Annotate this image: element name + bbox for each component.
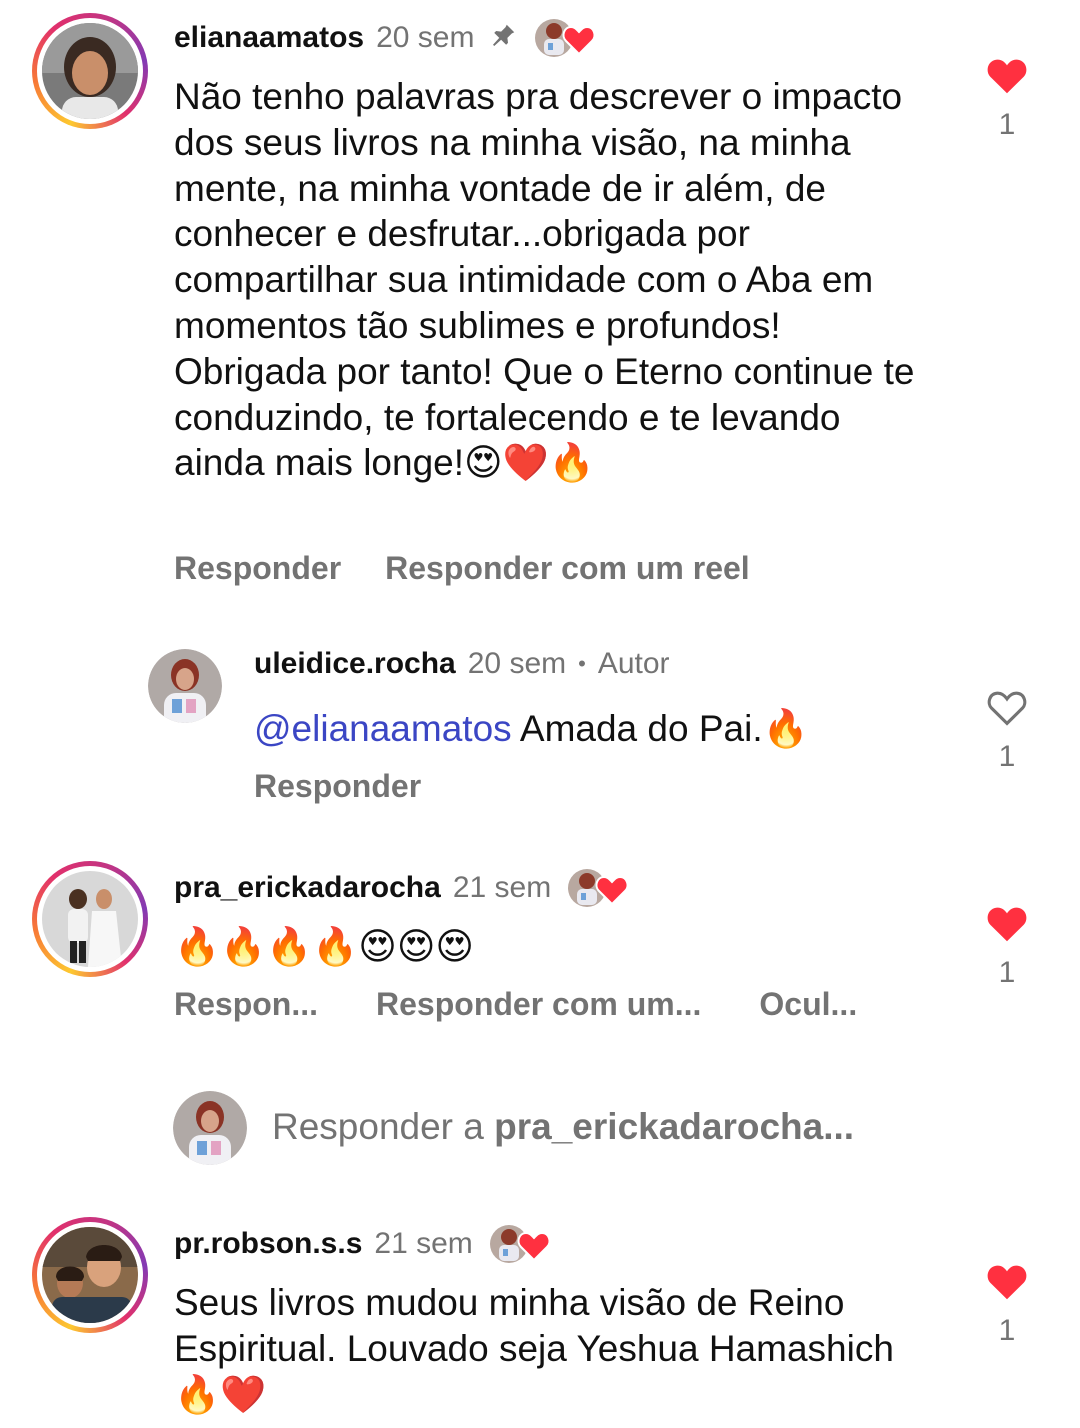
reply-button[interactable]: Responder (254, 768, 421, 805)
heart-filled-icon (987, 1265, 1027, 1300)
reply-with-reel-button[interactable]: Responder com um... (376, 986, 701, 1023)
creator-liked-badge (565, 866, 635, 910)
avatar (173, 1091, 247, 1165)
reply-button[interactable]: Respon... (174, 986, 318, 1023)
reply-target: pra_erickadarocha... (494, 1106, 855, 1147)
like-count: 1 (998, 740, 1016, 773)
avatar[interactable] (148, 649, 222, 723)
reply-button[interactable]: Responder (174, 550, 341, 587)
comment-body: Amada do Pai.🔥 (519, 708, 809, 749)
creator-liked-badge (487, 1222, 557, 1266)
separator-dot: • (578, 651, 586, 676)
like-button[interactable] (977, 904, 1037, 942)
comment-text: Não tenho palavras pra descrever o impac… (174, 76, 915, 484)
like-button[interactable] (977, 688, 1037, 726)
like-button[interactable] (977, 1262, 1037, 1300)
heart-filled-icon (987, 59, 1027, 94)
comment-username[interactable]: pr.robson.s.s (174, 1227, 362, 1261)
avatar[interactable] (32, 861, 148, 977)
like-count: 1 (998, 1314, 1016, 1347)
comment-text: @elianaamatos Amada do Pai.🔥 (254, 706, 809, 752)
author-badge: Autor (597, 647, 670, 680)
reply-input[interactable]: Responder a pra_erickadarocha... (272, 1106, 854, 1148)
comment-username[interactable]: pra_erickadarocha (174, 871, 441, 905)
like-count: 1 (998, 108, 1016, 141)
comment-text: 🔥🔥🔥🔥😍😍😍 (174, 925, 474, 968)
reply-with-reel-button[interactable]: Responder com um reel (385, 550, 750, 587)
creator-liked-badge (532, 16, 602, 60)
reply-prefix: Responder a (272, 1106, 495, 1147)
like-count: 1 (998, 956, 1016, 989)
like-button[interactable] (977, 56, 1037, 94)
hide-button[interactable]: Ocul... (759, 986, 857, 1023)
heart-outline-icon (987, 691, 1027, 726)
avatar[interactable] (32, 1217, 148, 1333)
avatar[interactable] (32, 13, 148, 129)
mention-link[interactable]: @elianaamatos (254, 708, 512, 749)
comment-time: 21 sem (452, 871, 552, 904)
comment-username[interactable]: uleidice.rocha (254, 647, 456, 681)
comment-username[interactable]: elianaamatos (174, 21, 364, 55)
comment-time: 21 sem (374, 1227, 473, 1260)
comment-text: Seus livros mudou minha visão de Reino E… (174, 1282, 894, 1415)
comment-time: 20 sem (467, 647, 567, 680)
pin-icon (488, 21, 518, 56)
comment-time: 20 sem (376, 21, 475, 54)
heart-filled-icon (987, 907, 1027, 942)
